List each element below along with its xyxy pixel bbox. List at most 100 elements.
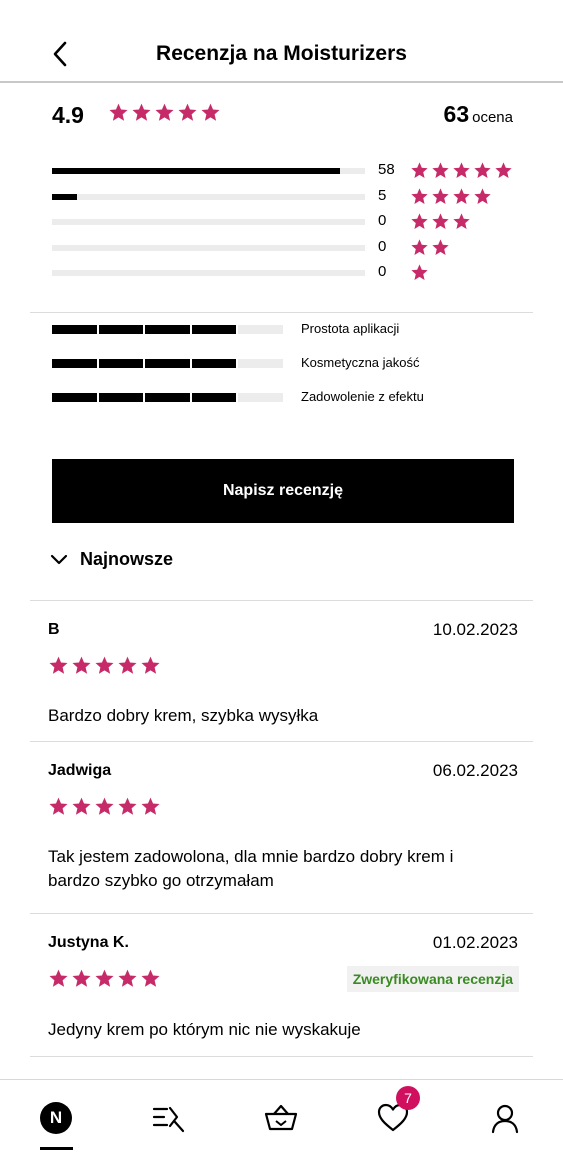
attribute-bar bbox=[52, 325, 283, 334]
user-icon bbox=[491, 1104, 519, 1134]
distribution-bar bbox=[52, 193, 365, 200]
review-stars bbox=[48, 968, 161, 989]
attribute-label: Kosmetyczna jakość bbox=[301, 355, 420, 370]
review-date: 06.02.2023 bbox=[432, 761, 518, 780]
star-icon bbox=[410, 212, 429, 231]
distribution-bar-fill bbox=[52, 168, 340, 174]
attribute-segment bbox=[98, 359, 144, 368]
attribute-segment bbox=[238, 325, 283, 334]
attribute-segment bbox=[52, 359, 97, 368]
star-icon bbox=[94, 796, 115, 817]
attribute-segment bbox=[52, 393, 97, 402]
tab-home[interactable]: N bbox=[34, 1096, 78, 1140]
attribute-segment bbox=[145, 393, 190, 402]
attribute-segment bbox=[191, 325, 237, 334]
attribute-segment bbox=[238, 359, 283, 368]
star-icon bbox=[410, 187, 429, 206]
star-icon bbox=[410, 263, 429, 282]
distribution-count: 58 bbox=[378, 161, 395, 178]
attribute-bar bbox=[52, 393, 283, 402]
attribute-bar bbox=[52, 359, 283, 368]
star-icon bbox=[410, 161, 429, 180]
basket-icon bbox=[264, 1104, 298, 1131]
star-icon bbox=[140, 655, 161, 676]
rating-distribution: 58 5 0 0 0 bbox=[52, 159, 522, 287]
distribution-row: 0 bbox=[52, 236, 522, 262]
average-stars bbox=[108, 102, 221, 123]
sort-label: Najnowsze bbox=[80, 549, 174, 569]
star-icon bbox=[410, 238, 429, 257]
active-tab-indicator bbox=[40, 1147, 73, 1150]
distribution-row: 58 bbox=[52, 159, 522, 185]
attribute-segment bbox=[98, 325, 144, 334]
star-icon bbox=[71, 796, 92, 817]
distribution-bar bbox=[52, 219, 365, 225]
average-rating: 4.9 bbox=[52, 102, 84, 128]
review-item: Justyna K. 01.02.2023 Zweryfikowana rece… bbox=[30, 913, 533, 1056]
tab-account[interactable] bbox=[483, 1096, 527, 1140]
total-ratings-count: 63 bbox=[443, 101, 470, 127]
attribute-segment bbox=[238, 393, 283, 402]
star-icon bbox=[431, 212, 450, 231]
star-icon bbox=[71, 655, 92, 676]
star-icon bbox=[94, 968, 115, 989]
header: Recenzja na Moisturizers bbox=[0, 0, 563, 83]
star-icon bbox=[48, 968, 69, 989]
star-icon bbox=[48, 655, 69, 676]
tab-favorites[interactable]: 7 bbox=[371, 1086, 420, 1140]
review-author: B bbox=[48, 621, 60, 638]
review-stars bbox=[48, 796, 161, 817]
write-review-button[interactable]: Napisz recenzję bbox=[52, 459, 514, 523]
total-ratings-label: ocena bbox=[472, 109, 513, 126]
star-icon bbox=[473, 187, 492, 206]
review-text: Bardzo dobry krem, szybka wysyłka bbox=[48, 706, 319, 725]
distribution-count: 0 bbox=[378, 263, 387, 280]
review-item: B 10.02.2023 Bardzo dobry krem, szybka w… bbox=[30, 600, 533, 741]
star-icon bbox=[431, 238, 450, 257]
distribution-row: 0 bbox=[52, 210, 522, 236]
distribution-count: 0 bbox=[378, 237, 387, 255]
star-icon bbox=[140, 796, 161, 817]
distribution-row: 5 bbox=[52, 185, 522, 211]
home-logo-icon: N bbox=[40, 1102, 72, 1134]
review-date: 01.02.2023 bbox=[432, 933, 518, 952]
distribution-bar-fill bbox=[52, 193, 78, 200]
attribute-segment bbox=[52, 325, 97, 334]
star-icon bbox=[452, 212, 471, 231]
star-icon bbox=[117, 796, 138, 817]
distribution-row: 0 bbox=[52, 261, 522, 287]
attribute-row: Prostota aplikacji bbox=[52, 320, 522, 340]
star-icon bbox=[117, 655, 138, 676]
distribution-stars bbox=[410, 187, 492, 206]
review-author: Justyna K. bbox=[48, 934, 129, 951]
star-icon bbox=[48, 796, 69, 817]
star-icon bbox=[494, 161, 513, 180]
distribution-stars bbox=[410, 161, 513, 180]
review-author: Jadwiga bbox=[48, 762, 112, 779]
total-ratings: 63 ocena bbox=[444, 101, 513, 128]
review-text: Tak jestem zadowolona, dla mnie bardzo d… bbox=[48, 847, 454, 890]
attribute-label: Zadowolenie z efektu bbox=[301, 389, 424, 404]
divider bbox=[30, 1056, 533, 1057]
star-icon bbox=[154, 102, 175, 123]
star-icon bbox=[71, 968, 92, 989]
review-date: 10.02.2023 bbox=[432, 620, 518, 639]
tab-catalog-search[interactable] bbox=[146, 1096, 190, 1140]
distribution-count: 0 bbox=[378, 212, 387, 229]
page-title: Recenzja na Moisturizers bbox=[156, 42, 407, 65]
verified-review-badge: Zweryfikowana recenzja bbox=[346, 966, 519, 992]
distribution-bar bbox=[52, 168, 365, 174]
attribute-row: Kosmetyczna jakość bbox=[52, 354, 522, 374]
tab-basket[interactable] bbox=[259, 1096, 303, 1140]
star-icon bbox=[131, 102, 152, 123]
sort-dropdown[interactable]: Najnowsze bbox=[50, 549, 173, 570]
star-icon bbox=[140, 968, 161, 989]
review-text: Jedyny krem po którym nic nie wyskakuje bbox=[48, 1020, 361, 1039]
star-icon bbox=[117, 968, 138, 989]
catalog-search-icon bbox=[152, 1106, 185, 1133]
distribution-stars bbox=[410, 238, 450, 257]
attribute-segment bbox=[145, 325, 190, 334]
bottom-tab-bar: N 7 bbox=[0, 1079, 563, 1153]
review-item: Jadwiga 06.02.2023 Tak jestem zadowolona… bbox=[30, 741, 533, 913]
distribution-bar bbox=[52, 244, 365, 251]
